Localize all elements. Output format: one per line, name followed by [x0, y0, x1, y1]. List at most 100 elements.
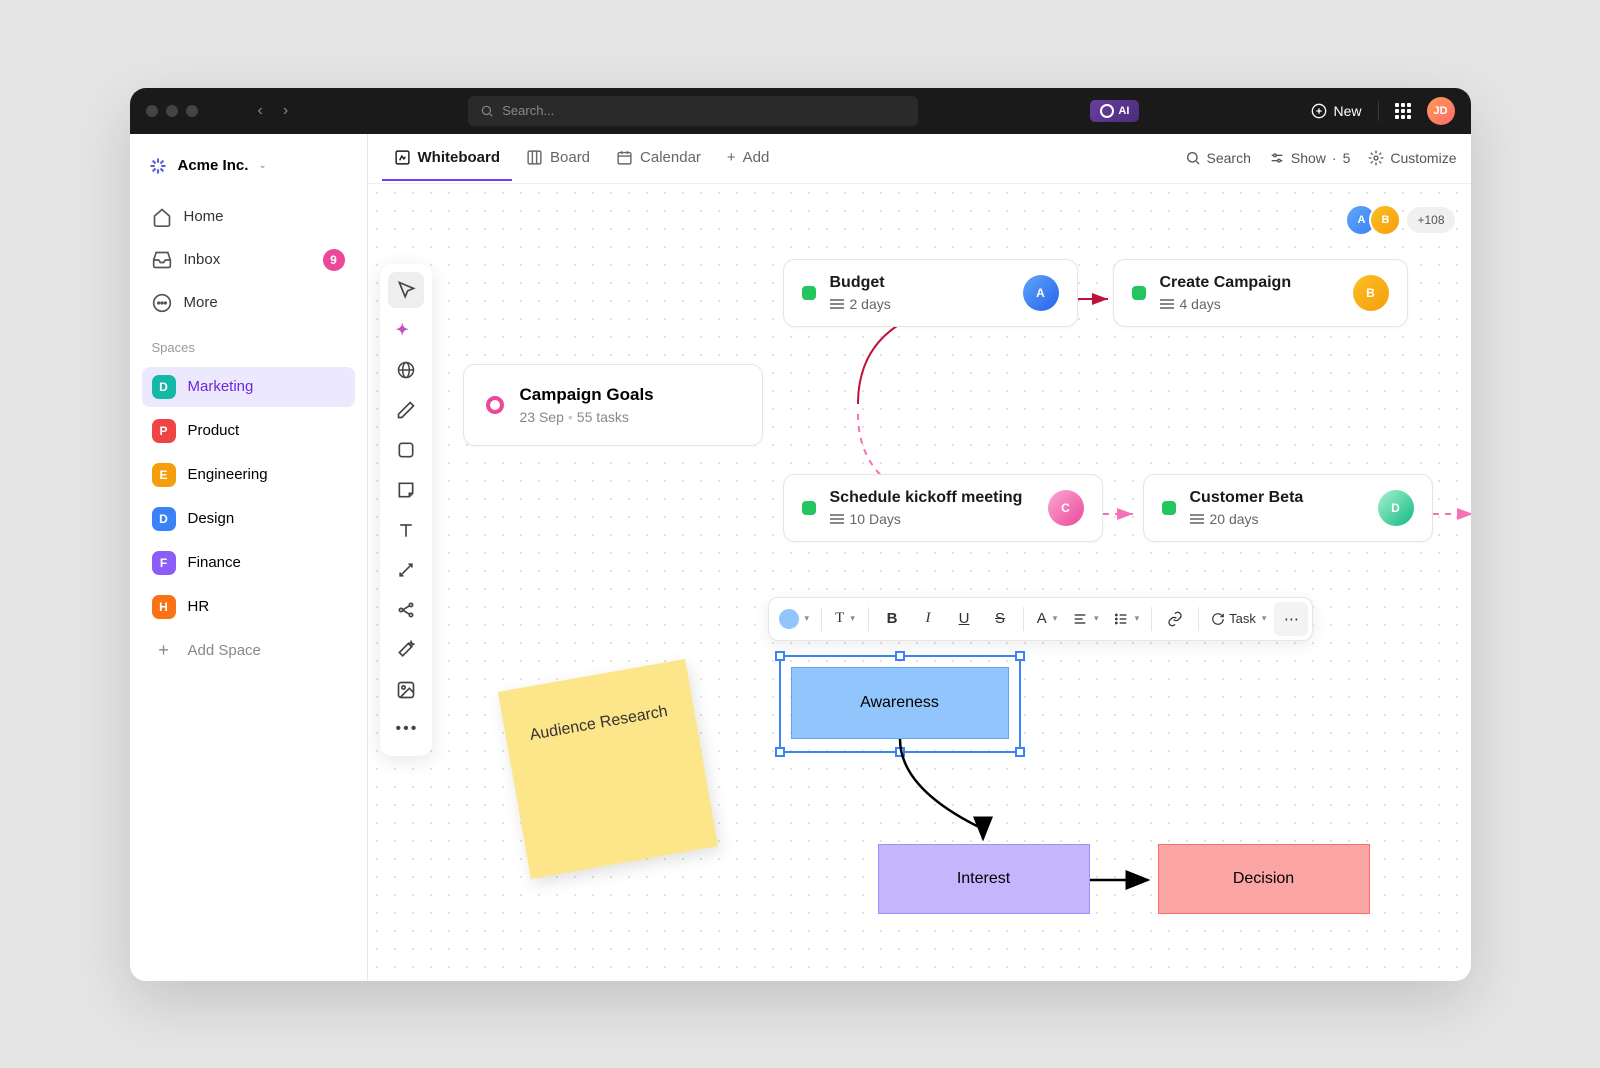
tool-select[interactable]: [388, 272, 424, 308]
description-icon: [830, 514, 844, 524]
new-button[interactable]: New: [1311, 103, 1361, 119]
assignee-avatar[interactable]: D: [1378, 490, 1414, 526]
card-create-campaign[interactable]: Create Campaign 4 days B: [1113, 259, 1408, 327]
card-customer-beta[interactable]: Customer Beta 20 days D: [1143, 474, 1433, 542]
sticky-text: Audience Research: [528, 702, 668, 743]
fmt-italic[interactable]: I: [911, 602, 945, 636]
nav-forward-button[interactable]: ›: [275, 98, 296, 124]
customize-button[interactable]: Customize: [1368, 150, 1456, 166]
whiteboard-canvas[interactable]: A B +108 ✦ •••: [368, 184, 1471, 981]
board-icon: [526, 149, 543, 166]
shape-decision[interactable]: Decision: [1158, 844, 1370, 914]
tool-pen[interactable]: [388, 392, 424, 428]
main-area: Whiteboard Board Calendar + Add: [368, 134, 1471, 981]
card-schedule-kickoff[interactable]: Schedule kickoff meeting 10 Days C: [783, 474, 1103, 542]
list-icon: [1113, 611, 1129, 627]
space-engineering[interactable]: E Engineering: [142, 455, 355, 495]
shape-label: Awareness: [860, 694, 939, 712]
assignee-avatar[interactable]: C: [1048, 490, 1084, 526]
inbox-icon: [152, 250, 172, 270]
workspace-switcher[interactable]: Acme Inc. ⌄: [142, 152, 355, 180]
description-icon: [1190, 514, 1204, 524]
card-title: Budget: [830, 274, 1009, 292]
tool-sticky[interactable]: [388, 472, 424, 508]
shape-label: Decision: [1233, 870, 1294, 888]
sticky-note[interactable]: Audience Research: [497, 658, 717, 878]
resize-handle[interactable]: [1015, 747, 1025, 757]
tool-ai[interactable]: ✦: [388, 312, 424, 348]
connector-arrow: [893, 739, 993, 849]
fmt-list[interactable]: ▾: [1107, 602, 1146, 636]
apps-menu-button[interactable]: [1395, 103, 1411, 119]
space-marketing[interactable]: D Marketing: [142, 367, 355, 407]
calendar-icon: [616, 149, 633, 166]
add-space-button[interactable]: + Add Space: [142, 631, 355, 671]
fmt-link[interactable]: [1158, 602, 1192, 636]
connector-arrow: [1090, 872, 1160, 892]
fmt-more[interactable]: ⋯: [1274, 602, 1308, 636]
resize-handle[interactable]: [775, 651, 785, 661]
nav-inbox[interactable]: Inbox 9: [142, 240, 355, 280]
tool-magic[interactable]: [388, 632, 424, 668]
fmt-font[interactable]: T▾: [828, 602, 862, 636]
assignee-avatar[interactable]: A: [1023, 275, 1059, 311]
fmt-convert-task[interactable]: Task▾: [1205, 602, 1272, 636]
space-finance[interactable]: F Finance: [142, 543, 355, 583]
tab-add-view[interactable]: + Add: [715, 136, 781, 181]
resize-handle[interactable]: [895, 747, 905, 757]
search-icon: [1185, 150, 1201, 166]
plus-icon: +: [727, 149, 736, 166]
status-square-icon: [802, 286, 816, 300]
space-product[interactable]: P Product: [142, 411, 355, 451]
description-icon: [830, 299, 844, 309]
view-search-button[interactable]: Search: [1185, 150, 1251, 166]
resize-handle[interactable]: [895, 651, 905, 661]
nav-more[interactable]: More: [142, 284, 355, 322]
ai-button[interactable]: AI: [1090, 100, 1139, 122]
search-placeholder: Search...: [502, 103, 554, 118]
image-icon: [396, 680, 416, 700]
resize-handle[interactable]: [1015, 651, 1025, 661]
tool-connector[interactable]: [388, 552, 424, 588]
global-search-input[interactable]: Search...: [468, 96, 918, 126]
resize-handle[interactable]: [775, 747, 785, 757]
square-icon: [396, 440, 416, 460]
plus-circle-icon: [1311, 103, 1327, 119]
refresh-icon: [1211, 612, 1225, 626]
tool-text[interactable]: [388, 512, 424, 548]
space-hr[interactable]: H HR: [142, 587, 355, 627]
text-icon: [396, 520, 416, 540]
card-campaign-goals[interactable]: Campaign Goals 23 Sep•55 tasks: [463, 364, 763, 446]
tool-image[interactable]: [388, 672, 424, 708]
tool-web[interactable]: [388, 352, 424, 388]
fmt-align[interactable]: ▾: [1066, 602, 1105, 636]
connector-icon: [396, 560, 416, 580]
shape-interest[interactable]: Interest: [878, 844, 1090, 914]
user-avatar[interactable]: JD: [1427, 97, 1455, 125]
collaborator-overflow[interactable]: +108: [1407, 207, 1454, 233]
tab-board[interactable]: Board: [514, 136, 602, 181]
card-budget[interactable]: Budget 2 days A: [783, 259, 1078, 327]
collaborator-avatar[interactable]: B: [1369, 204, 1401, 236]
show-filter-button[interactable]: Show·5: [1269, 150, 1351, 166]
tool-more[interactable]: •••: [388, 712, 424, 748]
color-swatch: [779, 609, 799, 629]
fmt-underline[interactable]: U: [947, 602, 981, 636]
fmt-fill-color[interactable]: ▾: [773, 602, 816, 636]
plus-icon: +: [152, 639, 176, 663]
card-title: Create Campaign: [1160, 274, 1339, 292]
window-controls[interactable]: [146, 105, 198, 117]
assignee-avatar[interactable]: B: [1353, 275, 1389, 311]
tab-whiteboard[interactable]: Whiteboard: [382, 136, 513, 181]
tool-mindmap[interactable]: [388, 592, 424, 628]
shape-awareness[interactable]: Awareness: [791, 667, 1009, 739]
tool-shape[interactable]: [388, 432, 424, 468]
fmt-bold[interactable]: B: [875, 602, 909, 636]
shape-label: Interest: [957, 870, 1010, 888]
nav-home[interactable]: Home: [142, 198, 355, 236]
fmt-strikethrough[interactable]: S: [983, 602, 1017, 636]
space-design[interactable]: D Design: [142, 499, 355, 539]
fmt-text-color[interactable]: A▾: [1030, 602, 1064, 636]
nav-back-button[interactable]: ‹: [250, 98, 271, 124]
tab-calendar[interactable]: Calendar: [604, 136, 713, 181]
